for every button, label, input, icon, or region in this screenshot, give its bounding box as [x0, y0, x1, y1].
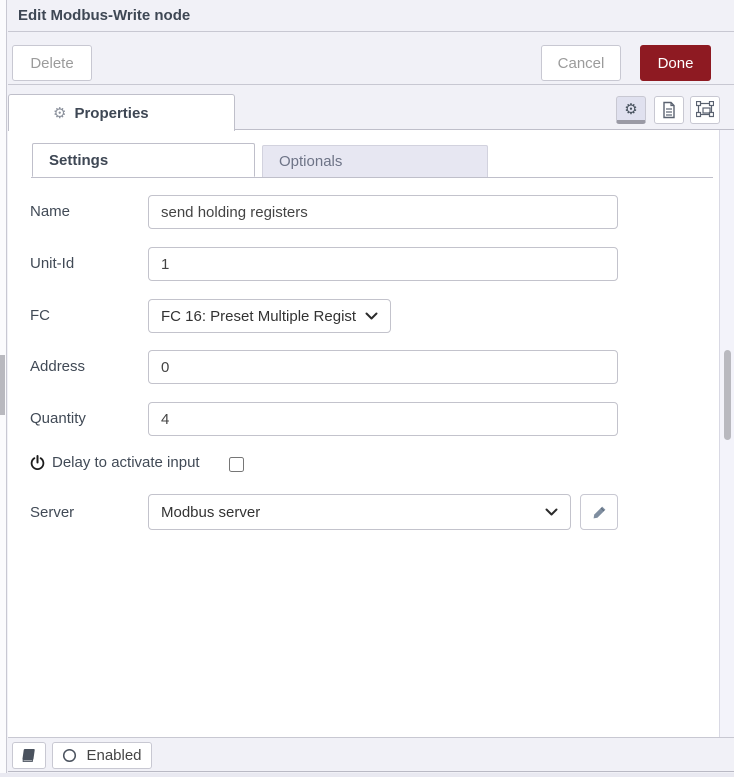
- chevron-down-icon: [545, 508, 558, 516]
- gear-icon: ⚙: [624, 100, 637, 118]
- editor-tab-row: ⚙ Properties ⚙: [8, 86, 734, 130]
- properties-icon-button[interactable]: ⚙: [616, 96, 646, 124]
- appearance-icon-button[interactable]: [690, 96, 720, 124]
- dialog-header: Edit Modbus-Write node: [8, 0, 734, 32]
- tab-settings[interactable]: Settings: [32, 143, 255, 177]
- name-label: Name: [30, 203, 70, 220]
- dialog-footer: Enabled: [8, 737, 734, 772]
- fc-select-value: FC 16: Preset Multiple Regist: [161, 308, 356, 325]
- name-input[interactable]: [148, 195, 618, 229]
- done-button[interactable]: Done: [640, 45, 711, 81]
- edit-node-dialog: Edit Modbus-Write node Delete Cancel Don…: [0, 0, 734, 777]
- subtab-strip: Settings Optionals: [31, 145, 713, 178]
- enabled-label: Enabled: [86, 747, 141, 764]
- appearance-icon: [696, 101, 714, 119]
- dialog-title: Edit Modbus-Write node: [8, 7, 190, 24]
- properties-panel: Settings Optionals Name Unit-Id FC FC 16…: [8, 130, 719, 737]
- enabled-toggle-button[interactable]: Enabled: [52, 742, 152, 769]
- tab-optionals[interactable]: Optionals: [262, 145, 488, 177]
- quantity-label: Quantity: [30, 410, 86, 427]
- delay-label: Delay to activate input: [52, 454, 200, 471]
- dialog-toolbar: Delete Cancel Done: [8, 33, 734, 85]
- chevron-down-icon: [365, 312, 378, 320]
- server-edit-button[interactable]: [580, 494, 618, 530]
- delay-row: Delay to activate input: [30, 454, 200, 471]
- document-icon: [661, 101, 677, 119]
- power-icon: [30, 455, 45, 471]
- server-select-value: Modbus server: [161, 504, 260, 521]
- bottom-edge: [0, 773, 734, 777]
- cancel-button[interactable]: Cancel: [541, 45, 621, 81]
- server-label: Server: [30, 504, 74, 521]
- tab-properties-label: Properties: [74, 105, 148, 122]
- delay-checkbox[interactable]: [229, 457, 244, 472]
- unit-id-label: Unit-Id: [30, 255, 74, 272]
- right-scrollbar-thumb[interactable]: [724, 350, 731, 440]
- fc-select[interactable]: FC 16: Preset Multiple Regist: [148, 299, 391, 333]
- quantity-input[interactable]: [148, 402, 618, 436]
- server-select[interactable]: Modbus server: [148, 494, 571, 530]
- pencil-icon: [592, 505, 607, 520]
- tab-properties[interactable]: ⚙ Properties: [8, 94, 235, 131]
- right-scrollbar-track[interactable]: [719, 130, 734, 737]
- left-scrollbar-thumb[interactable]: [0, 355, 5, 415]
- circle-icon: [62, 748, 77, 763]
- description-icon-button[interactable]: [654, 96, 684, 124]
- address-input[interactable]: [148, 350, 618, 384]
- fc-label: FC: [30, 307, 50, 324]
- delete-button[interactable]: Delete: [12, 45, 92, 81]
- help-button[interactable]: [12, 742, 46, 769]
- book-icon: [21, 748, 37, 763]
- gear-icon: ⚙: [53, 104, 66, 122]
- unit-id-input[interactable]: [148, 247, 618, 281]
- address-label: Address: [30, 358, 85, 375]
